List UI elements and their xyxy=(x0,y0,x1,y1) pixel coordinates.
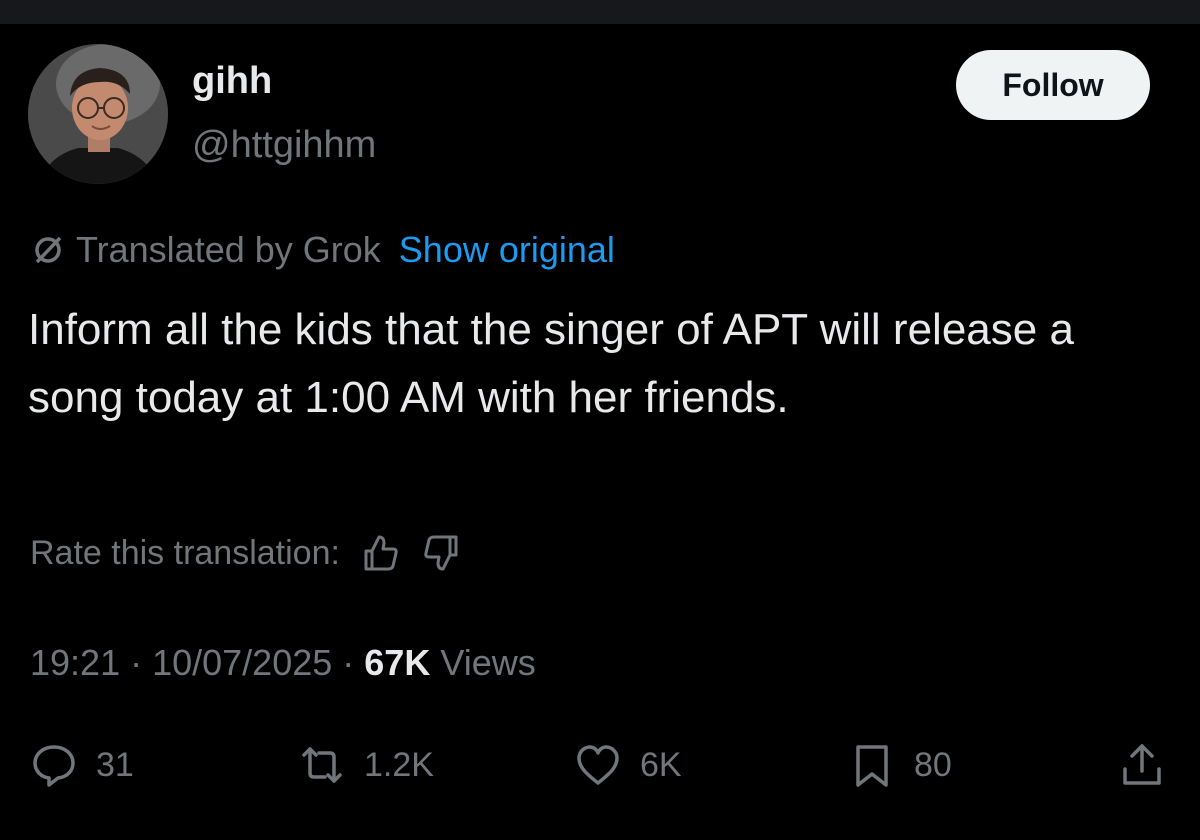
like-count: 6K xyxy=(640,745,682,784)
views-count[interactable]: 67K xyxy=(364,642,430,684)
tweet-date[interactable]: 10/07/2025 xyxy=(152,642,332,684)
meta-separator: · xyxy=(130,642,143,683)
meta-separator: · xyxy=(342,642,355,683)
thumbs-up-icon[interactable] xyxy=(358,531,402,575)
share-button[interactable] xyxy=(1118,740,1166,790)
reply-icon xyxy=(33,745,75,787)
user-handle[interactable]: @httgihhm xyxy=(192,126,376,164)
translate-icon xyxy=(35,236,62,264)
tweet-text: Inform all the kids that the singer of A… xyxy=(28,305,1074,422)
views-label: Views xyxy=(440,642,536,683)
profile-photo-icon xyxy=(28,44,168,184)
repost-button[interactable]: 1.2K xyxy=(298,740,434,790)
repost-icon xyxy=(302,747,342,783)
avatar[interactable] xyxy=(28,44,168,184)
display-name[interactable]: gihh xyxy=(192,62,272,100)
bookmark-button[interactable]: 80 xyxy=(848,740,952,790)
thumbs-down-icon[interactable] xyxy=(420,531,464,575)
repost-count: 1.2K xyxy=(364,745,434,784)
rate-translation-label: Rate this translation: xyxy=(30,533,340,572)
like-button[interactable]: 6K xyxy=(574,740,682,790)
reply-count: 31 xyxy=(96,745,134,784)
tweet-meta: 19:21 · 10/07/2025 · 67K Views xyxy=(30,640,536,686)
bookmark-icon xyxy=(856,745,888,787)
follow-button[interactable]: Follow xyxy=(956,50,1150,120)
translated-by-label: Translated by Grok xyxy=(76,229,381,270)
top-strip xyxy=(0,0,1200,24)
bookmark-count: 80 xyxy=(914,745,952,784)
tweet-time[interactable]: 19:21 xyxy=(30,642,120,684)
share-icon xyxy=(1123,744,1161,785)
show-original-link[interactable]: Show original xyxy=(399,232,615,268)
translation-row: Translated by Grok Show original xyxy=(30,228,615,272)
rate-translation-row: Rate this translation: xyxy=(30,530,464,576)
reply-button[interactable]: 31 xyxy=(30,740,134,790)
heart-icon xyxy=(577,745,619,785)
